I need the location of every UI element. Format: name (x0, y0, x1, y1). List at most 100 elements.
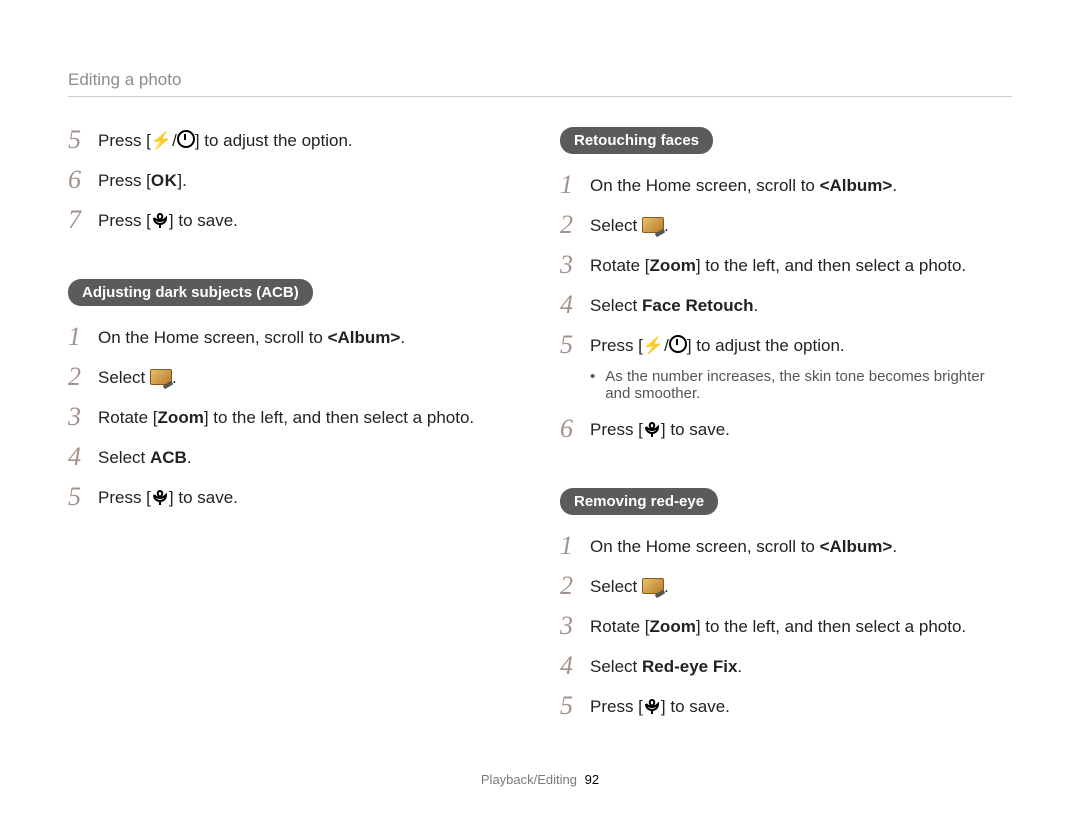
step: 5 Press [ ] to save. (68, 484, 520, 514)
macro-icon (151, 212, 169, 237)
step-number: 5 (560, 693, 590, 719)
edit-icon (642, 578, 664, 594)
step: 2 Select . (560, 573, 1012, 599)
section-pill-redeye: Removing red-eye (560, 488, 718, 515)
text: On the Home screen, scroll to (590, 176, 820, 195)
step-number: 3 (68, 404, 98, 430)
bold-text: <Album> (820, 537, 893, 556)
text: . (892, 176, 897, 195)
text: Press [ (98, 488, 151, 507)
step-text: Select ACB. (98, 444, 192, 470)
step-text: On the Home screen, scroll to <Album>. (590, 172, 897, 198)
step-text: Press [] to save. (590, 416, 730, 446)
step-number: 4 (560, 653, 590, 679)
text: Select (590, 577, 642, 596)
flash-icon: ⚡ (643, 335, 664, 358)
text: Press [ (98, 211, 151, 230)
step: 2 Select . (68, 364, 520, 390)
step-text: Press [ ] to save. (590, 693, 730, 723)
text: Rotate [ (98, 408, 158, 427)
step: 5 Press [ ] to save. (560, 693, 1012, 723)
bold-text: <Album> (820, 176, 893, 195)
edit-icon (642, 217, 664, 233)
step-text: Press [ ] to save. (98, 484, 238, 514)
macro-icon (151, 489, 169, 514)
bold-text: Face Retouch (642, 296, 753, 315)
edit-icon (150, 369, 172, 385)
bold-text: ACB (150, 448, 187, 467)
step: 6 Press [] to save. (560, 416, 1012, 446)
left-column: 5 Press [⚡/] to adjust the option. 6 Pre… (68, 127, 520, 737)
bold-text: Red-eye Fix (642, 657, 737, 676)
macro-icon (643, 421, 661, 446)
step-text: Select . (98, 364, 177, 390)
text: On the Home screen, scroll to (98, 328, 328, 347)
step-text: On the Home screen, scroll to <Album>. (98, 324, 405, 350)
text: On the Home screen, scroll to (590, 537, 820, 556)
step-number: 7 (68, 207, 98, 233)
text: Select (590, 216, 642, 235)
flash-icon: ⚡ (151, 130, 172, 153)
text: / (664, 336, 669, 355)
bold-text: Zoom (650, 617, 696, 636)
step-text: Press [ ] to save. (98, 207, 238, 237)
step-text: Press [⚡/ ] to adjust the option. (590, 332, 845, 358)
right-column: Retouching faces 1 On the Home screen, s… (560, 127, 1012, 737)
step-number: 4 (68, 444, 98, 470)
step-text: Select Red-eye Fix. (590, 653, 742, 679)
step: 4 Select Face Retouch. (560, 292, 1012, 318)
text: ] to save. (169, 211, 238, 230)
text: ] to the left, and then select a photo. (696, 256, 966, 275)
step: 1 On the Home screen, scroll to <Album>. (560, 172, 1012, 198)
macro-icon (643, 698, 661, 723)
page-number: 92 (585, 772, 599, 787)
step-number: 6 (560, 416, 590, 442)
text: ] to adjust the option. (687, 336, 845, 355)
text: Rotate [ (590, 617, 650, 636)
text: ] to save. (661, 420, 730, 439)
step-text: Select . (590, 212, 669, 238)
bold-text: Zoom (158, 408, 204, 427)
text: Press [ (590, 697, 643, 716)
text: Press [ (98, 171, 151, 190)
step-number: 5 (68, 127, 98, 153)
timer-icon (177, 130, 195, 148)
text: ] to save. (169, 488, 238, 507)
bullet-icon: • (590, 368, 595, 402)
section-pill-acb: Adjusting dark subjects (ACB) (68, 279, 313, 306)
step: 3 Rotate [Zoom] to the left, and then se… (560, 252, 1012, 278)
step-text: Rotate [Zoom] to the left, and then sele… (590, 613, 966, 639)
step-text: Select Face Retouch. (590, 292, 758, 318)
footer: Playback/Editing 92 (0, 772, 1080, 787)
section-pill-retouch: Retouching faces (560, 127, 713, 154)
text: ] to save. (661, 697, 730, 716)
step: 1 On the Home screen, scroll to <Album>. (560, 533, 1012, 559)
step-text: Rotate [Zoom] to the left, and then sele… (590, 252, 966, 278)
text: . (187, 448, 192, 467)
text: Rotate [ (590, 256, 650, 275)
step-number: 1 (68, 324, 98, 350)
step: 5 Press [⚡/] to adjust the option. (68, 127, 520, 153)
text: Press [ (98, 131, 151, 150)
content-columns: 5 Press [⚡/] to adjust the option. 6 Pre… (68, 127, 1012, 737)
note: • As the number increases, the skin tone… (590, 368, 1012, 402)
step-text: On the Home screen, scroll to <Album>. (590, 533, 897, 559)
step-number: 5 (68, 484, 98, 510)
step: 5 Press [⚡/] to adjust the option. (560, 332, 1012, 358)
text: . (737, 657, 742, 676)
bold-text: <Album> (328, 328, 401, 347)
text: / (172, 131, 177, 150)
step: 2 Select . (560, 212, 1012, 238)
bold-text: Zoom (650, 256, 696, 275)
text: Press [ (590, 336, 643, 355)
page-title: Editing a photo (68, 70, 1012, 97)
step-number: 2 (560, 573, 590, 599)
text: . (400, 328, 405, 347)
step: 4 Select Red-eye Fix. (560, 653, 1012, 679)
step-number: 1 (560, 533, 590, 559)
step: 3 Rotate [Zoom] to the left, and then se… (68, 404, 520, 430)
step-number: 1 (560, 172, 590, 198)
footer-section: Playback/Editing (481, 772, 577, 787)
step: 6 Press [OK]. (68, 167, 520, 193)
step-number: 2 (68, 364, 98, 390)
